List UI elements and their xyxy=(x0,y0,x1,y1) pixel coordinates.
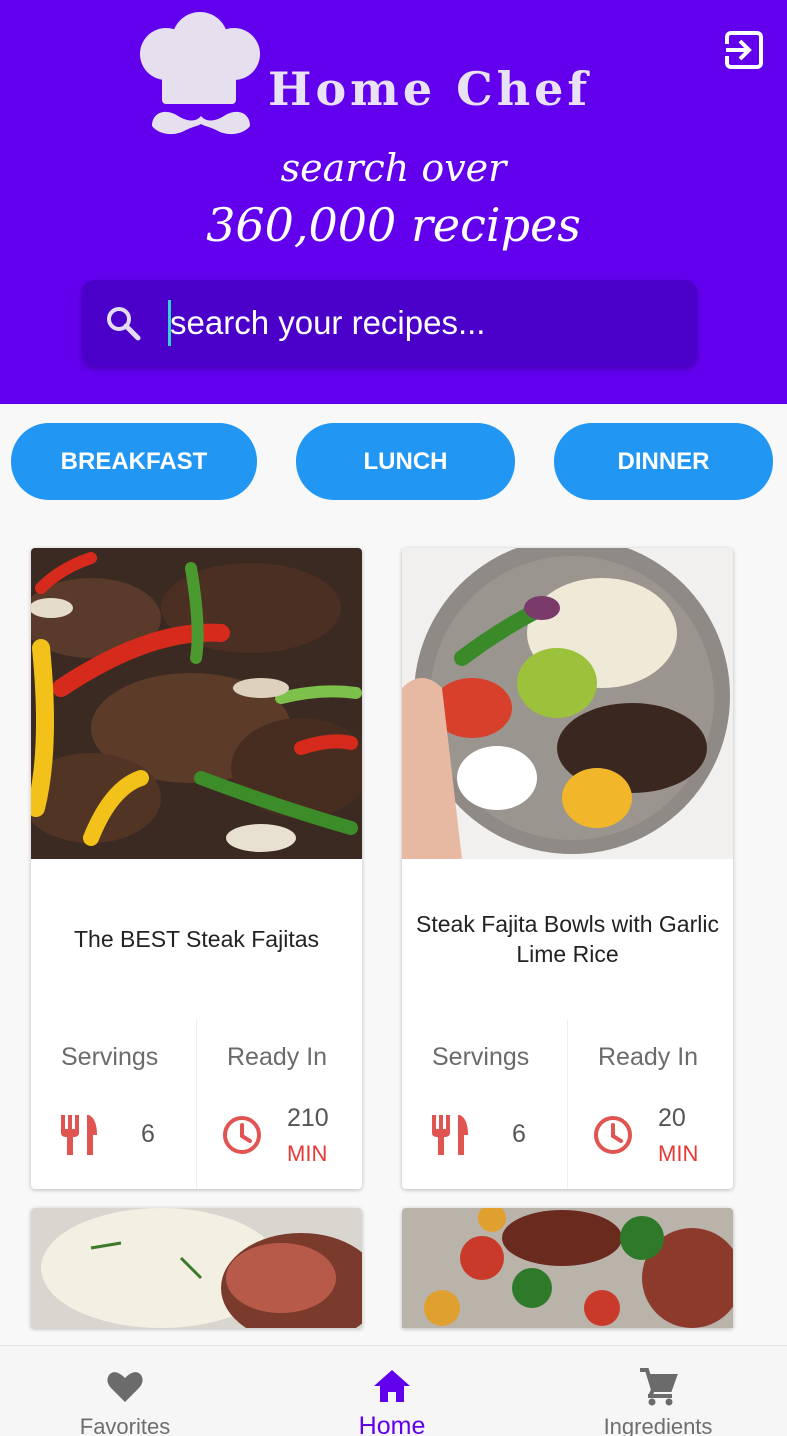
fork-knife-icon xyxy=(61,1115,97,1155)
recipe-image xyxy=(402,548,733,859)
ready-time-value: 20 xyxy=(658,1104,686,1132)
bottom-navigation: Favorites Home Ingredients xyxy=(0,1345,787,1436)
servings-label: Servings xyxy=(61,1043,159,1071)
ready-in-label: Ready In xyxy=(598,1043,699,1071)
recipe-card-partial[interactable] xyxy=(31,1208,362,1328)
recipe-title: The BEST Steak Fajitas xyxy=(73,926,319,952)
recipe-card[interactable]: The BEST Steak Fajitas Servings Ready In… xyxy=(31,548,362,1189)
lunch-button[interactable]: LUNCH xyxy=(296,423,515,500)
servings-label: Servings xyxy=(432,1043,530,1071)
recipe-card-partial[interactable] xyxy=(402,1208,733,1328)
ready-time-unit: MIN xyxy=(287,1141,328,1166)
search-input[interactable] xyxy=(170,296,670,350)
tagline-line1: search over xyxy=(280,146,507,190)
nav-ingredients[interactable]: Ingredients xyxy=(568,1346,748,1436)
breakfast-button[interactable]: BREAKFAST xyxy=(11,423,257,500)
nav-label: Favorites xyxy=(79,1414,171,1436)
app-title: Home Chef xyxy=(268,62,592,116)
chef-hat-mustache-icon xyxy=(140,12,260,135)
servings-value: 6 xyxy=(141,1120,155,1148)
servings-value: 6 xyxy=(512,1120,526,1148)
recipe-image xyxy=(31,548,362,859)
logout-icon[interactable] xyxy=(724,30,764,70)
search-bar[interactable] xyxy=(82,280,697,366)
home-icon xyxy=(374,1370,410,1402)
clock-icon xyxy=(223,1116,261,1154)
nav-favorites[interactable]: Favorites xyxy=(35,1346,215,1436)
recipe-card[interactable]: Steak Fajita Bowls with Garlic Lime Rice… xyxy=(402,548,733,1189)
search-icon xyxy=(107,307,141,341)
nav-home[interactable]: Home xyxy=(302,1346,482,1436)
recipe-image xyxy=(31,1208,362,1328)
ready-in-label: Ready In xyxy=(227,1043,328,1071)
divider xyxy=(196,1019,197,1189)
nav-label: Home xyxy=(358,1412,426,1436)
dinner-button[interactable]: DINNER xyxy=(554,423,773,500)
ready-time-value: 210 xyxy=(287,1104,329,1132)
cart-icon xyxy=(640,1368,678,1406)
app-header: Home Chef search over 360,000 recipes xyxy=(0,0,787,404)
tagline-line2: 360,000 recipes xyxy=(206,198,581,252)
recipe-image xyxy=(402,1208,733,1328)
divider xyxy=(567,1019,568,1189)
ready-time-unit: MIN xyxy=(658,1141,699,1166)
fork-knife-icon xyxy=(432,1115,468,1155)
recipe-title: Steak Fajita Bowls with Garlic Lime Rice xyxy=(416,911,719,967)
clock-icon xyxy=(594,1116,632,1154)
heart-icon xyxy=(107,1372,143,1402)
nav-label: Ingredients xyxy=(603,1414,713,1436)
